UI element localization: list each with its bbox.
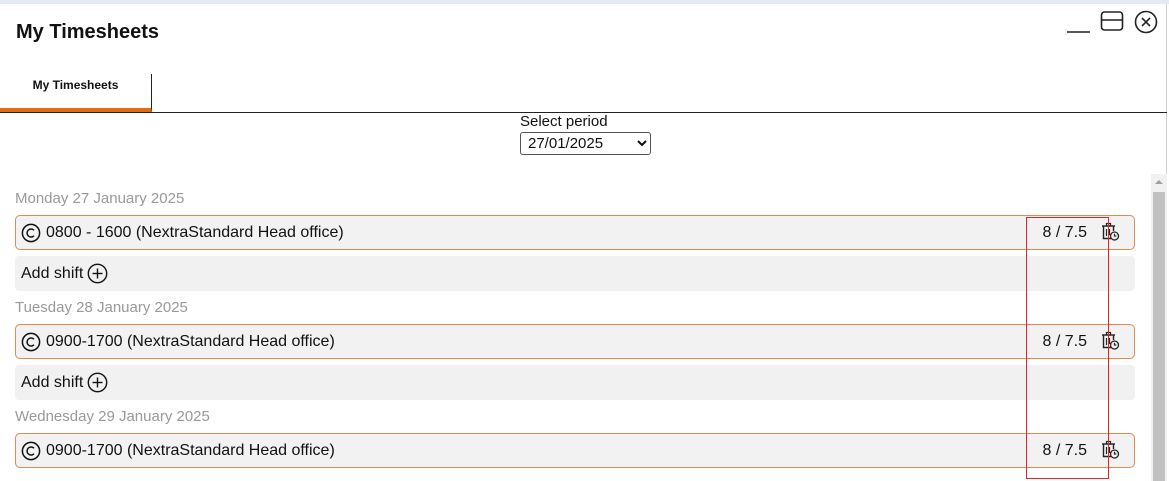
shift-label: 0800 - 1600 (NextraStandard Head office) <box>46 223 344 241</box>
vertical-scrollbar[interactable] <box>1151 174 1167 481</box>
period-select[interactable]: 27/01/2025 <box>520 132 651 155</box>
copyright-circle-icon <box>21 441 41 460</box>
shift-label: 0900-1700 (NextraStandard Head office) <box>46 441 335 459</box>
timesheet-list: Monday 27 January 2025 0800 - 1600 (Next… <box>15 182 1135 468</box>
minimize-icon[interactable] <box>1066 10 1090 34</box>
copyright-circle-icon <box>21 223 41 242</box>
plus-circle-icon <box>87 263 108 284</box>
period-label: Select period <box>520 113 608 130</box>
day-header: Wednesday 29 January 2025 <box>15 408 210 425</box>
restore-icon[interactable] <box>1100 10 1124 34</box>
delete-clock-icon[interactable] <box>1100 222 1120 242</box>
tab-my-timesheets[interactable]: My Timesheets <box>0 74 152 112</box>
shift-label: 0900-1700 (NextraStandard Head office) <box>46 332 335 350</box>
shift-hours: 8 / 7.5 <box>1042 333 1087 350</box>
delete-clock-icon[interactable] <box>1100 331 1120 351</box>
close-icon[interactable] <box>1134 10 1158 34</box>
day-header: Monday 27 January 2025 <box>15 190 185 207</box>
add-shift-label: Add shift <box>21 264 84 282</box>
delete-clock-icon[interactable] <box>1100 440 1120 460</box>
shift-hours: 8 / 7.5 <box>1042 442 1087 459</box>
shift-row[interactable]: 0800 - 1600 (NextraStandard Head office)… <box>15 215 1135 250</box>
tab-bar: My Timesheets <box>0 74 1167 113</box>
copyright-circle-icon <box>21 332 41 351</box>
plus-circle-icon <box>87 372 108 393</box>
scroll-up-icon[interactable] <box>1151 174 1167 190</box>
shift-row[interactable]: 0900-1700 (NextraStandard Head office) 8… <box>15 324 1135 359</box>
shift-hours: 8 / 7.5 <box>1042 224 1087 241</box>
period-selector: Select period 27/01/2025 <box>520 113 651 155</box>
add-shift-button[interactable]: Add shift <box>15 365 1135 400</box>
add-shift-button[interactable]: Add shift <box>15 256 1135 291</box>
shift-row[interactable]: 0900-1700 (NextraStandard Head office) 8… <box>15 433 1135 468</box>
window-controls <box>1066 10 1158 34</box>
day-header: Tuesday 28 January 2025 <box>15 299 188 316</box>
add-shift-label: Add shift <box>21 373 84 391</box>
scroll-thumb[interactable] <box>1153 192 1165 481</box>
window-title: My Timesheets <box>16 21 160 43</box>
